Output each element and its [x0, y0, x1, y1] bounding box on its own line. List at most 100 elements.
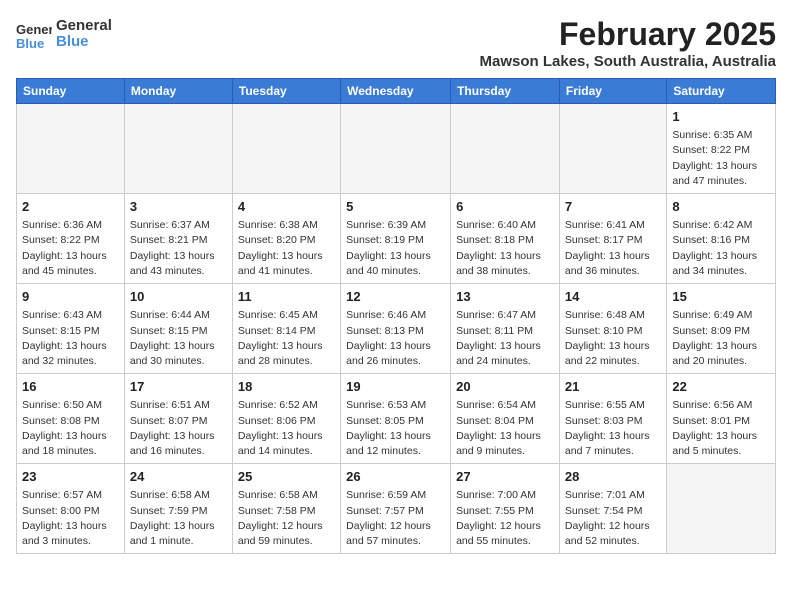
- day-number: 21: [565, 378, 661, 396]
- day-number: 11: [238, 288, 335, 306]
- calendar-day: 13 Sunrise: 6:47 AM Sunset: 8:11 PM Dayli…: [451, 284, 560, 374]
- subtitle: Mawson Lakes, South Australia, Australia: [480, 53, 776, 70]
- day-number: 18: [238, 378, 335, 396]
- weekday-header-monday: Monday: [124, 79, 232, 104]
- logo-blue: Blue: [56, 34, 112, 51]
- calendar-day: [341, 104, 451, 194]
- calendar-week-row: 23 Sunrise: 6:57 AM Sunset: 8:00 PM Dayli…: [17, 464, 776, 554]
- day-number: 13: [456, 288, 554, 306]
- day-info: Sunrise: 6:35 AM Sunset: 8:22 PM Dayligh…: [672, 128, 770, 189]
- calendar-day: 25 Sunrise: 6:58 AM Sunset: 7:58 PM Dayli…: [232, 464, 340, 554]
- day-info: Sunrise: 6:51 AM Sunset: 8:07 PM Dayligh…: [130, 398, 227, 459]
- day-number: 6: [456, 198, 554, 216]
- day-number: 16: [22, 378, 119, 396]
- calendar-day: 18 Sunrise: 6:52 AM Sunset: 8:06 PM Dayli…: [232, 374, 340, 464]
- day-info: Sunrise: 6:45 AM Sunset: 8:14 PM Dayligh…: [238, 308, 335, 369]
- day-number: 15: [672, 288, 770, 306]
- day-number: 7: [565, 198, 661, 216]
- calendar-day: 26 Sunrise: 6:59 AM Sunset: 7:57 PM Dayli…: [341, 464, 451, 554]
- title-block: February 2025 Mawson Lakes, South Austra…: [480, 16, 776, 70]
- calendar-day: 6 Sunrise: 6:40 AM Sunset: 8:18 PM Daylig…: [451, 194, 560, 284]
- day-info: Sunrise: 6:57 AM Sunset: 8:00 PM Dayligh…: [22, 488, 119, 549]
- day-info: Sunrise: 6:50 AM Sunset: 8:08 PM Dayligh…: [22, 398, 119, 459]
- day-number: 2: [22, 198, 119, 216]
- calendar-day: 22Sunrise: 6:56 AM Sunset: 8:01 PM Dayli…: [667, 374, 776, 464]
- calendar-day: 21Sunrise: 6:55 AM Sunset: 8:03 PM Dayli…: [559, 374, 666, 464]
- logo-icon: General Blue: [16, 16, 52, 52]
- day-info: Sunrise: 6:42 AM Sunset: 8:16 PM Dayligh…: [672, 218, 770, 279]
- day-number: 10: [130, 288, 227, 306]
- weekday-header-saturday: Saturday: [667, 79, 776, 104]
- calendar-day: [667, 464, 776, 554]
- day-info: Sunrise: 6:54 AM Sunset: 8:04 PM Dayligh…: [456, 398, 554, 459]
- page-header: General Blue General Blue February 2025 …: [16, 16, 776, 70]
- calendar-day: 24Sunrise: 6:58 AM Sunset: 7:59 PM Dayli…: [124, 464, 232, 554]
- main-title: February 2025: [480, 16, 776, 53]
- calendar-day: 14 Sunrise: 6:48 AM Sunset: 8:10 PM Dayli…: [559, 284, 666, 374]
- weekday-header-thursday: Thursday: [451, 79, 560, 104]
- calendar-day: 8 Sunrise: 6:42 AM Sunset: 8:16 PM Daylig…: [667, 194, 776, 284]
- calendar-day: [124, 104, 232, 194]
- day-info: Sunrise: 6:49 AM Sunset: 8:09 PM Dayligh…: [672, 308, 770, 369]
- weekday-header-friday: Friday: [559, 79, 666, 104]
- calendar-week-row: 2 Sunrise: 6:36 AM Sunset: 8:22 PM Daylig…: [17, 194, 776, 284]
- day-info: Sunrise: 7:00 AM Sunset: 7:55 PM Dayligh…: [456, 488, 554, 549]
- calendar-day: 11 Sunrise: 6:45 AM Sunset: 8:14 PM Dayli…: [232, 284, 340, 374]
- calendar-day: 23 Sunrise: 6:57 AM Sunset: 8:00 PM Dayli…: [17, 464, 125, 554]
- calendar-week-row: 16 Sunrise: 6:50 AM Sunset: 8:08 PM Dayli…: [17, 374, 776, 464]
- day-info: Sunrise: 6:58 AM Sunset: 7:58 PM Dayligh…: [238, 488, 335, 549]
- calendar-day: [232, 104, 340, 194]
- day-number: 12: [346, 288, 445, 306]
- calendar-week-row: 9 Sunrise: 6:43 AM Sunset: 8:15 PM Daylig…: [17, 284, 776, 374]
- day-info: Sunrise: 6:40 AM Sunset: 8:18 PM Dayligh…: [456, 218, 554, 279]
- day-info: Sunrise: 6:52 AM Sunset: 8:06 PM Dayligh…: [238, 398, 335, 459]
- day-info: Sunrise: 6:56 AM Sunset: 8:01 PM Dayligh…: [672, 398, 770, 459]
- calendar-body: 1 Sunrise: 6:35 AM Sunset: 8:22 PM Daylig…: [17, 104, 776, 554]
- day-info: Sunrise: 6:39 AM Sunset: 8:19 PM Dayligh…: [346, 218, 445, 279]
- day-number: 23: [22, 468, 119, 486]
- day-number: 14: [565, 288, 661, 306]
- day-info: Sunrise: 6:48 AM Sunset: 8:10 PM Dayligh…: [565, 308, 661, 369]
- day-number: 8: [672, 198, 770, 216]
- day-number: 5: [346, 198, 445, 216]
- day-number: 19: [346, 378, 445, 396]
- day-number: 25: [238, 468, 335, 486]
- day-info: Sunrise: 6:53 AM Sunset: 8:05 PM Dayligh…: [346, 398, 445, 459]
- svg-text:General: General: [16, 22, 52, 37]
- logo-general: General: [56, 18, 112, 35]
- calendar-day: 4Sunrise: 6:38 AM Sunset: 8:20 PM Daylig…: [232, 194, 340, 284]
- day-info: Sunrise: 6:59 AM Sunset: 7:57 PM Dayligh…: [346, 488, 445, 549]
- calendar-day: 1 Sunrise: 6:35 AM Sunset: 8:22 PM Daylig…: [667, 104, 776, 194]
- day-number: 27: [456, 468, 554, 486]
- day-number: 26: [346, 468, 445, 486]
- calendar-day: 16 Sunrise: 6:50 AM Sunset: 8:08 PM Dayli…: [17, 374, 125, 464]
- calendar-day: 5 Sunrise: 6:39 AM Sunset: 8:19 PM Daylig…: [341, 194, 451, 284]
- calendar-week-row: 1 Sunrise: 6:35 AM Sunset: 8:22 PM Daylig…: [17, 104, 776, 194]
- day-number: 24: [130, 468, 227, 486]
- logo: General Blue General Blue: [16, 16, 112, 52]
- svg-text:Blue: Blue: [16, 36, 44, 51]
- day-info: Sunrise: 6:41 AM Sunset: 8:17 PM Dayligh…: [565, 218, 661, 279]
- calendar-day: 7 Sunrise: 6:41 AM Sunset: 8:17 PM Daylig…: [559, 194, 666, 284]
- calendar-day: [559, 104, 666, 194]
- day-info: Sunrise: 7:01 AM Sunset: 7:54 PM Dayligh…: [565, 488, 661, 549]
- day-info: Sunrise: 6:36 AM Sunset: 8:22 PM Dayligh…: [22, 218, 119, 279]
- day-info: Sunrise: 6:43 AM Sunset: 8:15 PM Dayligh…: [22, 308, 119, 369]
- day-info: Sunrise: 6:47 AM Sunset: 8:11 PM Dayligh…: [456, 308, 554, 369]
- day-info: Sunrise: 6:44 AM Sunset: 8:15 PM Dayligh…: [130, 308, 227, 369]
- weekday-header-tuesday: Tuesday: [232, 79, 340, 104]
- calendar-day: [17, 104, 125, 194]
- day-number: 9: [22, 288, 119, 306]
- day-number: 1: [672, 108, 770, 126]
- calendar-day: 19 Sunrise: 6:53 AM Sunset: 8:05 PM Dayli…: [341, 374, 451, 464]
- calendar-day: 17Sunrise: 6:51 AM Sunset: 8:07 PM Dayli…: [124, 374, 232, 464]
- calendar-day: 27 Sunrise: 7:00 AM Sunset: 7:55 PM Dayli…: [451, 464, 560, 554]
- weekday-header-wednesday: Wednesday: [341, 79, 451, 104]
- day-number: 3: [130, 198, 227, 216]
- day-info: Sunrise: 6:38 AM Sunset: 8:20 PM Dayligh…: [238, 218, 335, 279]
- day-info: Sunrise: 6:46 AM Sunset: 8:13 PM Dayligh…: [346, 308, 445, 369]
- day-info: Sunrise: 6:37 AM Sunset: 8:21 PM Dayligh…: [130, 218, 227, 279]
- calendar-day: 2 Sunrise: 6:36 AM Sunset: 8:22 PM Daylig…: [17, 194, 125, 284]
- calendar-day: 28Sunrise: 7:01 AM Sunset: 7:54 PM Dayli…: [559, 464, 666, 554]
- calendar-day: 12 Sunrise: 6:46 AM Sunset: 8:13 PM Dayli…: [341, 284, 451, 374]
